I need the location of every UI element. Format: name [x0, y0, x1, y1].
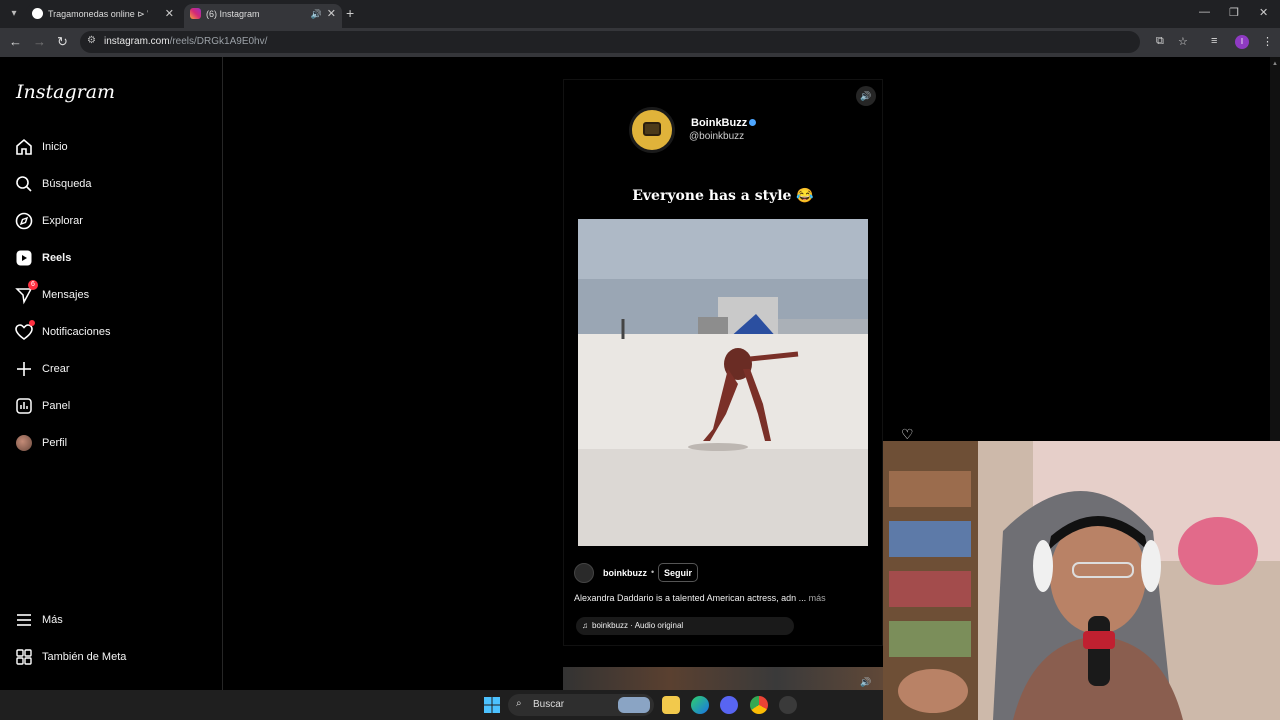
- sidebar-item-label: Más: [42, 614, 63, 626]
- reload-icon[interactable]: ↻: [57, 34, 68, 50]
- compass-icon: [15, 212, 33, 230]
- sidebar-item-crear[interactable]: Crear: [14, 357, 204, 385]
- browser-toolbar: ← → ↻ ⚙ instagram.com/reels/DRGk1A9E0hv/…: [0, 28, 1280, 57]
- brand-avatar: [629, 107, 675, 153]
- new-tab-button[interactable]: +: [346, 5, 354, 21]
- reel-video[interactable]: [578, 219, 868, 546]
- sidebar-item-mas[interactable]: Más: [14, 608, 204, 636]
- volume-icon[interactable]: 🔊: [860, 677, 871, 688]
- heart-favicon-icon: [32, 8, 43, 19]
- search-icon: [16, 176, 32, 192]
- windows-start-icon[interactable]: [483, 696, 501, 714]
- separator-dot: •: [651, 567, 655, 577]
- audio-link[interactable]: ♫ boinkbuzz · Audio original: [576, 617, 794, 635]
- back-icon[interactable]: ←: [9, 34, 22, 49]
- browser-profile-avatar[interactable]: I: [1235, 35, 1249, 49]
- close-tab-icon[interactable]: ✕: [165, 4, 174, 24]
- brand-handle: @boinkbuzz: [689, 131, 745, 142]
- sidebar-item-label: Crear: [42, 363, 70, 375]
- notification-dot: [29, 320, 35, 326]
- close-window-icon[interactable]: ✕: [1259, 6, 1268, 19]
- tab-instagram[interactable]: (6) Instagram 🔊 ✕: [184, 4, 342, 28]
- menu-icon: [17, 614, 31, 626]
- reels-icon: [16, 250, 32, 266]
- messages-badge: 6: [28, 280, 38, 290]
- taskbar-search-label: Buscar: [533, 699, 565, 710]
- sidebar-item-label: Inicio: [42, 141, 68, 153]
- video-frame: [578, 219, 868, 546]
- edge-icon[interactable]: [691, 696, 709, 714]
- sidebar-item-label: Explorar: [42, 215, 83, 227]
- webcam-overlay: [883, 441, 1280, 720]
- avatar: [16, 435, 32, 451]
- sidebar-item-explorar[interactable]: Explorar: [14, 209, 204, 237]
- restore-icon[interactable]: ❐: [1229, 6, 1239, 19]
- sidebar-item-label: Mensajes: [42, 289, 90, 301]
- browser-tab-strip: ▾ Tragamonedas online ⊳ WinеB ✕ (6) Inst…: [0, 0, 1280, 28]
- plus-icon: [17, 362, 31, 376]
- browser-menu-icon[interactable]: ⋮: [1262, 35, 1273, 48]
- brand-name: BoinkBuzz: [691, 117, 757, 129]
- avatar[interactable]: [574, 563, 594, 583]
- search-icon: ⌕: [516, 698, 522, 709]
- reel-card[interactable]: 🔊 BoinkBuzz @boinkbuzz Everyone has a st…: [563, 79, 883, 646]
- webcam-feed: [883, 441, 1280, 720]
- instagram-logo[interactable]: Instagram: [16, 81, 115, 103]
- home-icon: [16, 138, 32, 155]
- meta-icon: [16, 649, 32, 665]
- sidebar-item-meta[interactable]: También de Meta: [14, 645, 204, 673]
- taskbar-search[interactable]: ⌕ Buscar: [508, 694, 654, 716]
- tab-tragamonedas[interactable]: Tragamonedas online ⊳ WinеB ✕: [26, 4, 180, 28]
- tab-title: (6) Instagram: [206, 9, 260, 19]
- address-bar[interactable]: ⚙ instagram.com/reels/DRGk1A9E0hv/: [80, 31, 1140, 53]
- sidebar-item-notificaciones[interactable]: Notificaciones: [14, 320, 204, 348]
- sidebar-item-label: Búsqueda: [42, 178, 92, 190]
- instagram-sidebar: Instagram Inicio Búsqueda Explorar Reels…: [0, 57, 223, 690]
- site-info-icon[interactable]: ⚙: [87, 35, 96, 46]
- tab-audio-icon[interactable]: 🔊: [311, 4, 322, 24]
- post-description: Alexandra Daddario is a talented America…: [574, 593, 826, 603]
- sidebar-item-inicio[interactable]: Inicio: [14, 135, 204, 163]
- tab-search-icon[interactable]: ▾: [6, 6, 22, 22]
- music-note-icon: ♫: [582, 621, 588, 630]
- minimize-icon[interactable]: —: [1199, 6, 1210, 18]
- file-explorer-icon[interactable]: [662, 696, 680, 714]
- tab-title: Tragamonedas online ⊳ WinеB: [48, 9, 148, 19]
- app-icon[interactable]: [779, 696, 797, 714]
- sidebar-item-label: Perfil: [42, 437, 68, 449]
- more-link[interactable]: más: [809, 593, 826, 603]
- sidebar-item-reels[interactable]: Reels: [14, 246, 204, 274]
- post-user-row: boinkbuzz • Seguir: [574, 563, 874, 583]
- close-tab-icon[interactable]: ✕: [327, 4, 336, 24]
- audio-label: boinkbuzz · Audio original: [592, 621, 684, 630]
- sidebar-item-panel[interactable]: Panel: [14, 394, 204, 422]
- bookmark-star-icon[interactable]: ☆: [1178, 35, 1188, 48]
- sidebar-item-label: Reels: [42, 252, 72, 264]
- forward-icon[interactable]: →: [33, 34, 46, 49]
- sidebar-item-label: Notificaciones: [42, 326, 111, 338]
- media-queue-icon[interactable]: ≡: [1211, 35, 1217, 47]
- windows-taskbar: ⌕ Buscar: [0, 690, 883, 720]
- reel-headline: Everyone has a style 😂: [632, 188, 814, 204]
- next-reel-preview[interactable]: [563, 667, 883, 690]
- sidebar-item-label: Panel: [42, 400, 71, 412]
- sidebar-item-mensajes[interactable]: 6 Mensajes: [14, 280, 204, 311]
- verified-icon: [749, 119, 757, 126]
- discord-icon[interactable]: [720, 696, 738, 714]
- post-username[interactable]: boinkbuzz: [603, 568, 647, 578]
- search-highlight-image: [618, 697, 650, 713]
- follow-button[interactable]: Seguir: [658, 563, 699, 582]
- instagram-favicon-icon: [190, 8, 201, 19]
- chart-icon: [16, 398, 32, 414]
- install-app-icon[interactable]: ⧉: [1156, 35, 1164, 48]
- sidebar-item-label: También de Meta: [42, 651, 127, 663]
- tv-icon: [643, 122, 661, 136]
- volume-icon[interactable]: 🔊: [856, 86, 876, 106]
- chrome-icon[interactable]: [750, 696, 768, 714]
- scroll-up-icon[interactable]: ▲: [1272, 61, 1278, 67]
- sidebar-item-busqueda[interactable]: Búsqueda: [14, 172, 204, 200]
- url-text: instagram.com/reels/DRGk1A9E0hv/: [104, 36, 268, 47]
- sidebar-item-perfil[interactable]: Perfil: [14, 431, 204, 459]
